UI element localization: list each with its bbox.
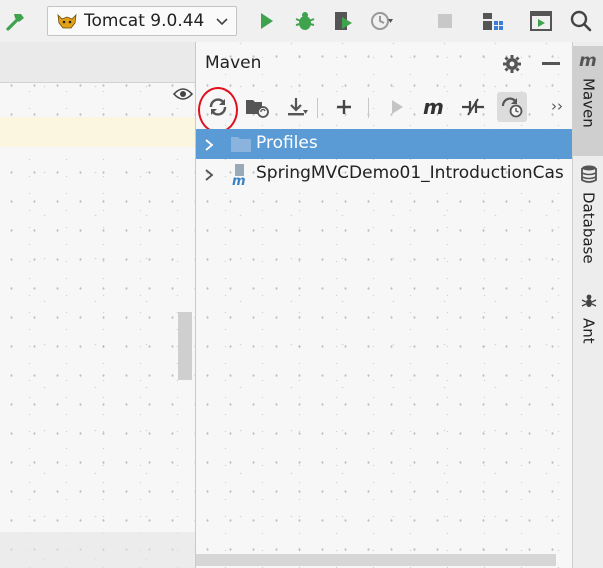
- maven-tool-window: Maven m ›› Profiles m SpringMVCDemo01_In…: [195, 42, 573, 568]
- execute-maven-goal-icon[interactable]: m: [420, 92, 450, 122]
- maven-toolbar: m ››: [196, 86, 573, 128]
- eye-icon[interactable]: [172, 86, 194, 106]
- chevron-down-icon: [214, 13, 230, 33]
- maven-panel-title: Maven: [205, 53, 262, 73]
- project-structure-icon[interactable]: [480, 8, 506, 34]
- folder-icon: [229, 133, 253, 159]
- side-tab-label: Database: [579, 192, 598, 264]
- stop-icon[interactable]: [432, 8, 458, 34]
- run-icon[interactable]: [253, 8, 279, 34]
- run-configuration-label: Tomcat 9.0.44: [84, 11, 205, 31]
- maven-icon: m: [578, 50, 600, 74]
- tomcat-icon: [56, 11, 78, 31]
- download-sources-icon[interactable]: [282, 92, 312, 122]
- maven-horizontal-scrollbar[interactable]: [196, 554, 556, 566]
- side-tab-ant[interactable]: Ant: [573, 288, 603, 358]
- side-tab-database[interactable]: Database: [573, 160, 603, 280]
- skip-tests-icon[interactable]: [497, 92, 527, 122]
- minimize-icon[interactable]: [542, 62, 560, 65]
- side-tab-maven[interactable]: m Maven: [573, 46, 603, 156]
- generate-sources-icon[interactable]: [242, 92, 272, 122]
- expand-arrow-icon[interactable]: [203, 167, 215, 186]
- right-tool-window-strip: m Maven Database Ant: [572, 42, 603, 568]
- editor-scrollbar[interactable]: [178, 312, 192, 380]
- expand-arrow-icon[interactable]: [203, 137, 215, 156]
- build-hammer-icon[interactable]: [3, 8, 29, 34]
- add-icon[interactable]: [329, 92, 359, 122]
- maven-project-icon: m: [229, 163, 253, 191]
- ant-icon: [580, 292, 598, 314]
- editor-bottom-bar: [0, 532, 195, 568]
- more-actions-icon[interactable]: ››: [551, 97, 563, 115]
- side-tab-label: Maven: [579, 78, 598, 128]
- editor-current-line: [0, 117, 195, 147]
- toggle-offline-mode-icon[interactable]: [458, 92, 488, 122]
- tree-item-label: SpringMVCDemo01_IntroductionCas: [256, 163, 564, 183]
- svg-text:m: m: [423, 96, 444, 118]
- run-anything-icon[interactable]: [528, 8, 554, 34]
- profile-icon[interactable]: [369, 8, 395, 34]
- annotation-circle: [198, 87, 238, 133]
- toolbar-separator: [317, 98, 318, 118]
- tree-row-profiles[interactable]: Profiles: [196, 129, 573, 159]
- side-tab-label: Ant: [579, 318, 598, 344]
- svg-text:m: m: [579, 51, 597, 70]
- run-maven-build-icon[interactable]: [382, 92, 412, 122]
- search-icon[interactable]: [568, 8, 594, 34]
- gear-icon[interactable]: [502, 54, 522, 78]
- run-with-coverage-icon[interactable]: [330, 8, 356, 34]
- run-configuration-selector[interactable]: Tomcat 9.0.44: [47, 6, 237, 36]
- main-toolbar: Tomcat 9.0.44: [0, 0, 603, 43]
- maven-header: Maven: [196, 42, 573, 86]
- toolbar-separator: [368, 98, 369, 118]
- tree-row-project[interactable]: m SpringMVCDemo01_IntroductionCas: [196, 159, 573, 189]
- debug-icon[interactable]: [292, 8, 318, 34]
- editor-area: [0, 42, 195, 568]
- editor-tab-bar: [0, 42, 195, 83]
- tree-item-label: Profiles: [256, 133, 318, 153]
- database-icon: [580, 164, 598, 188]
- svg-text:m: m: [232, 174, 246, 187]
